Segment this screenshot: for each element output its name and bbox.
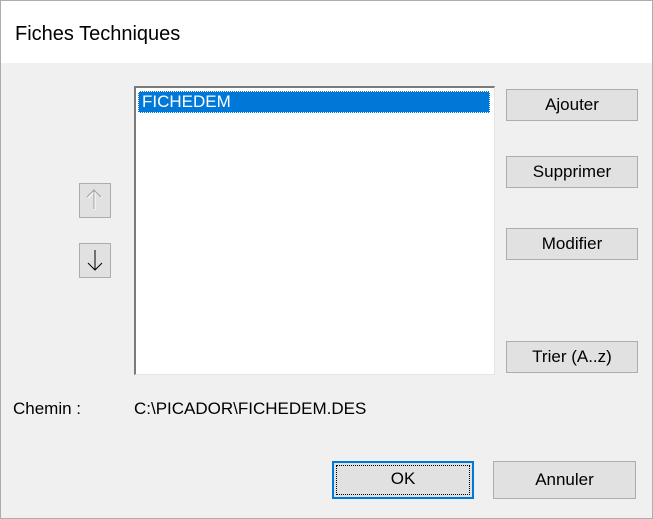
- fiches-list[interactable]: FICHEDEM: [134, 86, 495, 375]
- arrow-down-icon: [87, 250, 103, 271]
- dialog-header: Fiches Techniques: [1, 1, 652, 63]
- cancel-button[interactable]: Annuler: [493, 461, 636, 499]
- list-item-fichedem[interactable]: FICHEDEM: [138, 91, 490, 113]
- dialog-title: Fiches Techniques: [15, 23, 181, 45]
- arrow-up-icon: [86, 189, 103, 210]
- add-button[interactable]: Ajouter: [506, 89, 638, 121]
- move-down-button[interactable]: [79, 243, 111, 278]
- ok-button-label: OK: [390, 469, 416, 488]
- move-up-button[interactable]: [79, 183, 111, 218]
- sort-button[interactable]: Trier (A..z): [506, 341, 638, 373]
- ok-button[interactable]: OK: [332, 461, 474, 499]
- path-value: C:\PICADOR\FICHEDEM.DES: [134, 399, 367, 418]
- modify-button[interactable]: Modifier: [506, 228, 638, 260]
- path-label: Chemin :: [13, 399, 82, 418]
- delete-button[interactable]: Supprimer: [506, 156, 638, 188]
- fiches-techniques-dialog: Fiches Techniques FICHEDEM Ajouter Suppr…: [0, 0, 653, 519]
